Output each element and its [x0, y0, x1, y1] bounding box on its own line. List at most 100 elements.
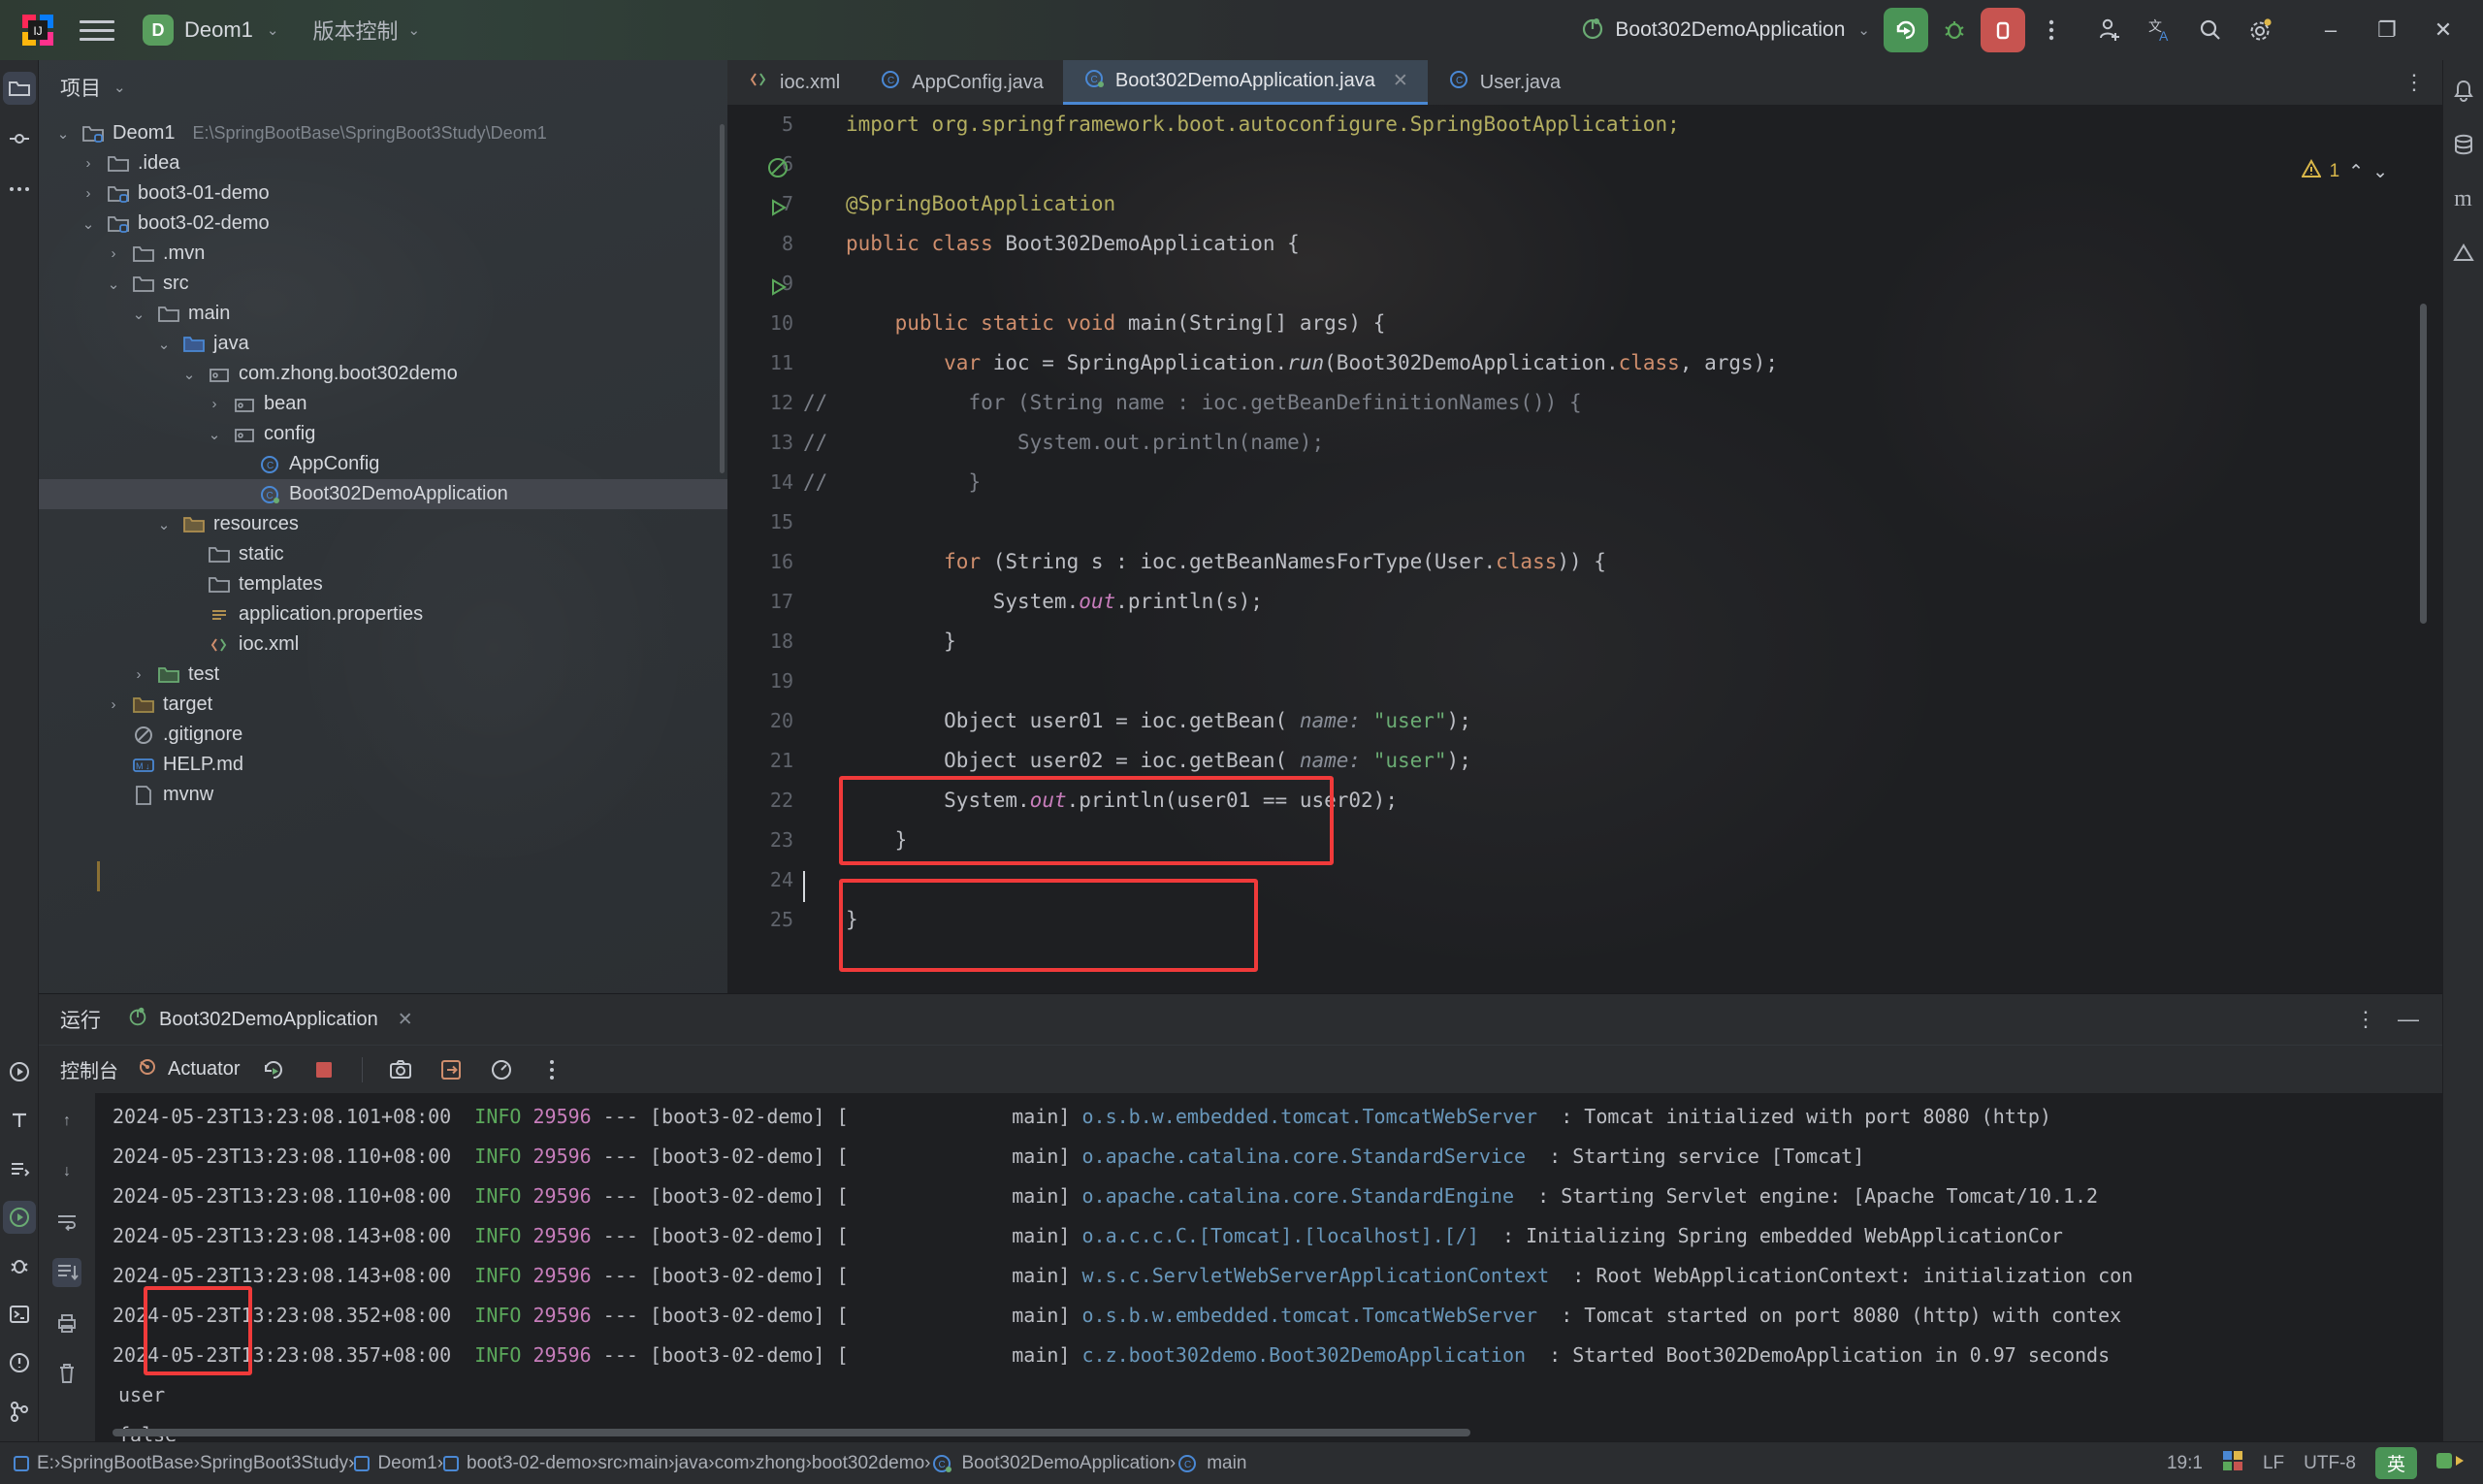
chevron-right-icon[interactable]: › — [103, 245, 124, 262]
actuator-button[interactable]: Actuator — [136, 1055, 240, 1084]
code-line[interactable]: } — [803, 900, 2442, 940]
editor-tab-user-java[interactable]: CUser.java — [1428, 60, 1580, 105]
stop-button[interactable] — [1981, 8, 2025, 52]
breadcrumb-item-boot302demoapplication[interactable]: CBoot302DemoApplication — [930, 1452, 1169, 1475]
code-line[interactable] — [803, 860, 2442, 900]
project-tree[interactable]: ⌄Deom1E:\SpringBootBase\SpringBoot3Study… — [39, 114, 727, 810]
breadcrumb-item-src[interactable]: src — [597, 1453, 622, 1474]
more-vertical-icon[interactable] — [535, 1053, 568, 1086]
console-output[interactable]: 2024-05-23T13:23:08.101+08:00 INFO 29596… — [95, 1093, 2442, 1441]
add-user-icon[interactable] — [2087, 8, 2132, 52]
chevron-down-icon[interactable]: ⌄ — [128, 306, 149, 323]
editor-tab-bar[interactable]: ioc.xmlCAppConfig.javaCBoot302DemoApplic… — [727, 60, 2442, 105]
tree-item-boot3-02-demo[interactable]: ⌄boot3-02-demo — [39, 209, 727, 239]
chevron-right-icon[interactable]: › — [78, 155, 99, 172]
code-line[interactable] — [803, 145, 2442, 184]
database-icon[interactable] — [2447, 128, 2480, 161]
breadcrumb-item-boot3-02-demo[interactable]: boot3-02-demo — [443, 1453, 592, 1474]
search-icon[interactable] — [2188, 8, 2233, 52]
terminal-tool-icon[interactable] — [3, 1298, 36, 1331]
line-number[interactable]: 16 — [727, 542, 793, 582]
breadcrumb-item-deom1[interactable]: Deom1 — [354, 1453, 436, 1474]
code-area[interactable]: 5678910111213141516171819202122232425 im… — [727, 105, 2442, 993]
tree-item-target[interactable]: ›target — [39, 690, 727, 720]
git-tool-icon[interactable] — [3, 1395, 36, 1428]
inspection-widget[interactable]: 1 ⌃ ⌄ — [2302, 159, 2388, 184]
code-content[interactable]: import org.springframework.boot.autoconf… — [803, 105, 2442, 993]
code-line[interactable]: @SpringBootApplication — [803, 184, 2442, 224]
code-line[interactable]: // for (String name : ioc.getBeanDefinit… — [803, 383, 2442, 423]
minimize-panel-icon[interactable]: — — [2398, 1007, 2419, 1032]
run-tool-icon[interactable] — [3, 1055, 36, 1088]
debug-panel-icon[interactable] — [3, 1249, 36, 1282]
profile-icon[interactable] — [485, 1053, 518, 1086]
tree-item-com-zhong-boot302demo[interactable]: ⌄com.zhong.boot302demo — [39, 359, 727, 389]
scroll-to-end-icon[interactable] — [52, 1258, 81, 1287]
breadcrumb-item-e[interactable]: E: — [14, 1453, 54, 1474]
line-number[interactable]: 12 — [727, 383, 793, 423]
tree-item-boot302demoapplication[interactable]: CBoot302DemoApplication — [39, 479, 727, 509]
code-line[interactable] — [803, 502, 2442, 542]
tree-item-application-properties[interactable]: application.properties — [39, 599, 727, 629]
more-vertical-icon[interactable]: ⋮ — [2355, 1007, 2376, 1032]
tree-item-main[interactable]: ⌄main — [39, 299, 727, 329]
minimize-button[interactable]: – — [2305, 9, 2357, 51]
gradle-icon[interactable] — [2447, 237, 2480, 270]
breadcrumb-item-boot302demo[interactable]: boot302demo — [812, 1453, 924, 1474]
close-button[interactable]: ✕ — [2417, 9, 2469, 51]
project-selector[interactable]: D Deom1 ⌄ — [134, 10, 288, 50]
chevron-down-icon[interactable]: ⌄ — [103, 275, 124, 293]
tree-item-config[interactable]: ⌄config — [39, 419, 727, 449]
run-gutter-icon[interactable] — [766, 275, 790, 299]
chevron-down-icon[interactable]: ⌄ — [153, 516, 175, 533]
editor-tab-options-icon[interactable]: ⋮ — [2386, 60, 2442, 105]
code-line[interactable]: var ioc = SpringApplication.run(Boot302D… — [803, 343, 2442, 383]
maven-icon[interactable]: m — [2447, 182, 2480, 215]
project-scrollbar[interactable] — [720, 124, 725, 473]
tree-item-ioc-xml[interactable]: ioc.xml — [39, 629, 727, 660]
breadcrumb-item-java[interactable]: java — [674, 1453, 708, 1474]
debug-button[interactable] — [1932, 8, 1977, 52]
line-number[interactable]: 17 — [727, 582, 793, 622]
line-number[interactable]: 19 — [727, 661, 793, 701]
editor-tab-boot302demoapplication-java[interactable]: CBoot302DemoApplication.java✕ — [1063, 60, 1428, 105]
project-panel-header[interactable]: 项目 ⌄ — [39, 60, 727, 114]
scroll-down-icon[interactable]: ↓ — [52, 1157, 81, 1186]
tree-item-gitignore[interactable]: .gitignore — [39, 720, 727, 750]
file-encoding[interactable]: UTF-8 — [2304, 1453, 2356, 1474]
stop-icon[interactable] — [307, 1053, 340, 1086]
line-number[interactable]: 11 — [727, 343, 793, 383]
code-line[interactable]: import org.springframework.boot.autoconf… — [803, 105, 2442, 145]
print-icon[interactable] — [52, 1308, 81, 1338]
code-line[interactable]: // } — [803, 463, 2442, 502]
code-line[interactable] — [803, 661, 2442, 701]
line-number[interactable]: 21 — [727, 741, 793, 781]
more-tools-icon[interactable] — [3, 173, 36, 206]
line-number-gutter[interactable]: 5678910111213141516171819202122232425 — [727, 105, 803, 993]
line-number[interactable]: 5 — [727, 105, 793, 145]
run-gutter-icon[interactable] — [766, 196, 790, 219]
chevron-right-icon[interactable]: › — [204, 396, 225, 412]
maximize-button[interactable]: ❐ — [2361, 9, 2413, 51]
screenshot-icon[interactable] — [384, 1053, 417, 1086]
chevron-right-icon[interactable]: › — [103, 696, 124, 713]
run-panel-icon[interactable] — [3, 1201, 36, 1234]
line-number[interactable]: 24 — [727, 860, 793, 900]
chevron-down-icon[interactable]: ⌄ — [204, 426, 225, 443]
line-separator[interactable]: LF — [2263, 1453, 2284, 1474]
run-session-tab[interactable]: Boot302DemoApplication ✕ — [118, 1001, 421, 1038]
line-number[interactable]: 10 — [727, 304, 793, 343]
code-line[interactable]: Object user02 = ioc.getBean( name: "user… — [803, 741, 2442, 781]
breadcrumb-item-com[interactable]: com — [715, 1453, 750, 1474]
code-line[interactable]: System.out.println(user01 == user02); — [803, 781, 2442, 821]
commit-tool-icon[interactable] — [3, 122, 36, 155]
line-number[interactable]: 14 — [727, 463, 793, 502]
console-horizontal-scrollbar[interactable] — [113, 1429, 1470, 1436]
breadcrumb-item-springboot3study[interactable]: SpringBoot3Study — [200, 1453, 348, 1474]
line-number[interactable]: 22 — [727, 781, 793, 821]
tree-item-templates[interactable]: templates — [39, 569, 727, 599]
code-line[interactable]: System.out.println(s); — [803, 582, 2442, 622]
line-number[interactable]: 25 — [727, 900, 793, 940]
code-line[interactable]: Object user01 = ioc.getBean( name: "user… — [803, 701, 2442, 741]
line-number[interactable]: 8 — [727, 224, 793, 264]
